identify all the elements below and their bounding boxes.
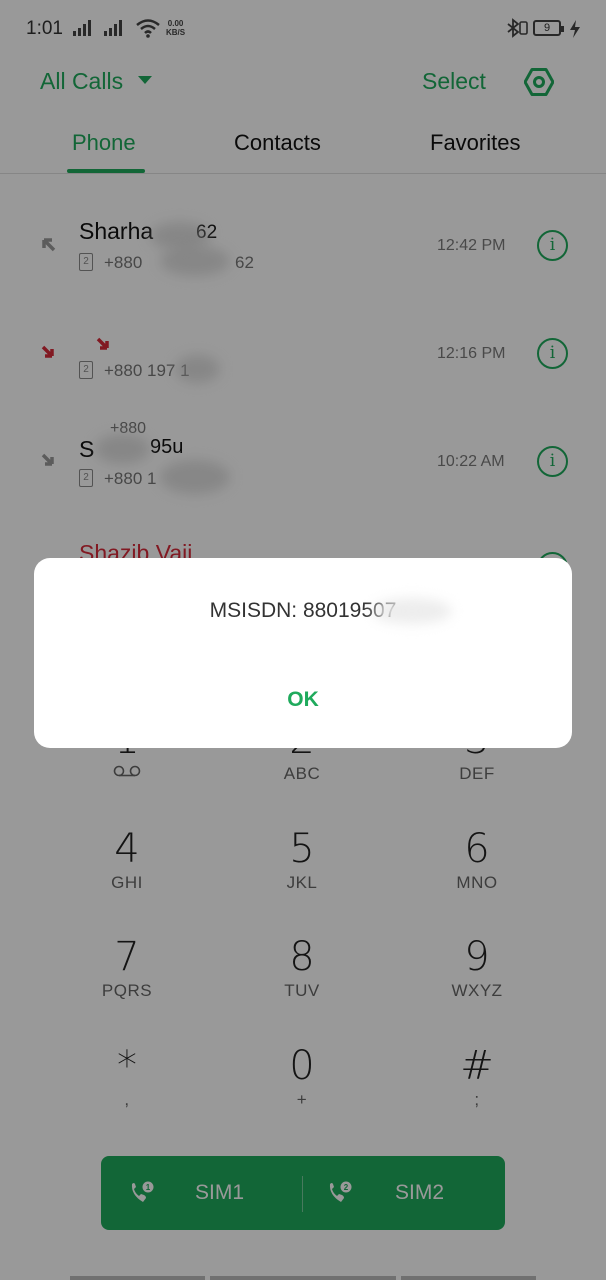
ok-button[interactable]: OK [253, 680, 353, 720]
msisdn-dialog: MSISDN: 88019507 OK [34, 558, 572, 748]
dialog-message: MSISDN: 88019507 [209, 599, 397, 622]
